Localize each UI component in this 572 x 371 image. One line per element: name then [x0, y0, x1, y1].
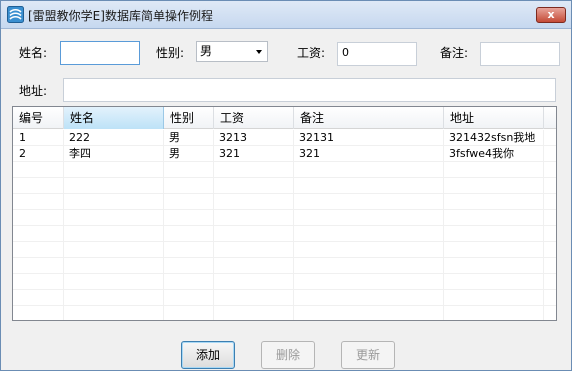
table-row-empty [13, 290, 556, 306]
note-label: 备注: [440, 46, 469, 60]
cell-gender: 男 [169, 147, 180, 160]
cell-id: 2 [19, 147, 26, 160]
table-row[interactable]: 1 222 男 3213 32131 321432sfsn我地 [13, 130, 556, 146]
close-icon: x [547, 8, 555, 21]
table-row-empty [13, 226, 556, 242]
column-header-note[interactable]: 备注 [294, 107, 444, 129]
title-bar[interactable]: [雷盟教你学E]数据库简单操作例程 x [1, 1, 571, 29]
cell-name: 222 [69, 131, 90, 144]
delete-button[interactable]: 删除 [261, 341, 315, 369]
table-row-empty [13, 306, 556, 320]
app-icon [7, 6, 24, 23]
table-body: 1 222 男 3213 32131 321432sfsn我地 2 李四 男 3… [13, 130, 556, 320]
note-input[interactable] [480, 42, 560, 66]
cell-address: 321432sfsn我地 [449, 131, 536, 144]
cell-note: 321 [299, 147, 320, 160]
address-input[interactable] [63, 78, 556, 102]
cell-name: 李四 [69, 147, 91, 160]
cell-id: 1 [19, 131, 26, 144]
cell-salary: 321 [219, 147, 240, 160]
column-header-salary[interactable]: 工资 [214, 107, 294, 129]
table-header: 编号 姓名 性别 工资 备注 地址 [13, 107, 556, 129]
table-row[interactable]: 2 李四 男 321 321 3fsfwe4我你 [13, 146, 556, 162]
column-header-id[interactable]: 编号 [13, 107, 64, 129]
table-row-empty [13, 258, 556, 274]
table-row-empty [13, 210, 556, 226]
close-button[interactable]: x [536, 7, 566, 23]
table-row-empty [13, 242, 556, 258]
cell-salary: 3213 [219, 131, 247, 144]
address-label: 地址: [19, 84, 48, 98]
gender-label: 性别: [156, 46, 185, 60]
add-button[interactable]: 添加 [181, 341, 235, 369]
chevron-down-icon [256, 50, 262, 54]
column-header-address[interactable]: 地址 [444, 107, 544, 129]
records-table[interactable]: 编号 姓名 性别 工资 备注 地址 1 222 男 3213 32131 321… [12, 106, 557, 321]
table-row-empty [13, 274, 556, 290]
table-row-empty [13, 178, 556, 194]
cell-gender: 男 [169, 131, 180, 144]
window-title: [雷盟教你学E]数据库简单操作例程 [28, 9, 213, 23]
column-header-gender[interactable]: 性别 [164, 107, 214, 129]
salary-label: 工资: [297, 46, 326, 60]
name-input[interactable] [60, 41, 140, 65]
update-button[interactable]: 更新 [341, 341, 395, 369]
client-area: 姓名: 性别: 男 工资: 0 备注: 地址: 编号 姓名 性别 工资 备注 地… [1, 29, 571, 370]
table-row-empty [13, 194, 556, 210]
table-row-empty [13, 162, 556, 178]
column-header-name[interactable]: 姓名 [64, 107, 164, 129]
main-window: [雷盟教你学E]数据库简单操作例程 x 姓名: 性别: 男 工资: 0 备注: … [0, 0, 572, 371]
salary-input[interactable]: 0 [337, 42, 417, 66]
cell-note: 32131 [299, 131, 334, 144]
gender-select-value: 男 [200, 44, 213, 58]
name-label: 姓名: [19, 46, 48, 60]
gender-select[interactable]: 男 [196, 41, 268, 62]
cell-address: 3fsfwe4我你 [449, 147, 515, 160]
